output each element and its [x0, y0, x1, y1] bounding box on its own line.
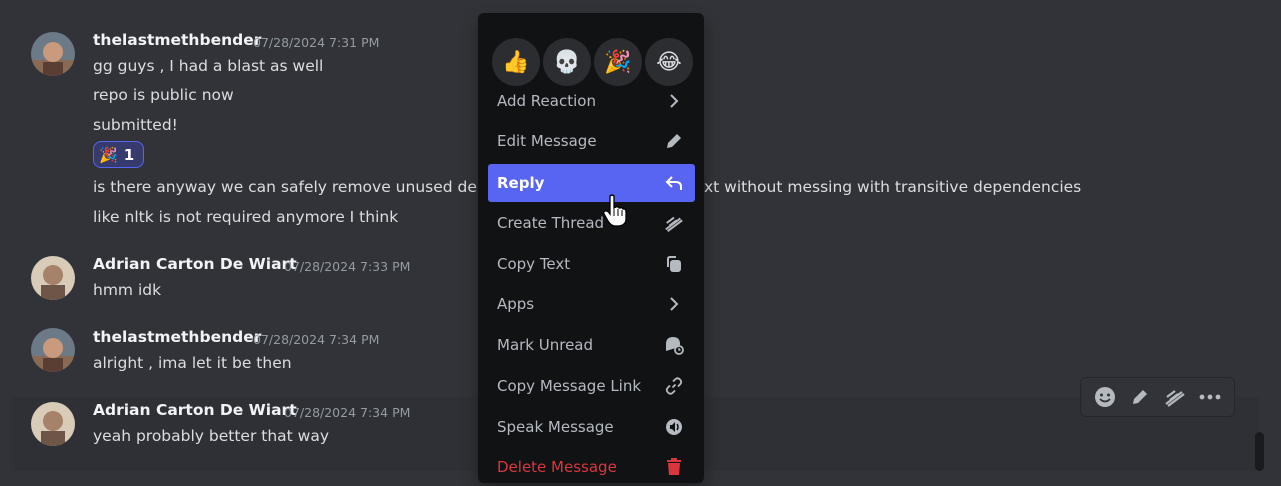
menu-item-delete-message[interactable]: Delete Message: [488, 448, 695, 486]
message-author[interactable]: thelastmethbender: [93, 328, 261, 346]
message-timestamp: 07/28/2024 7:34 PM: [284, 405, 411, 420]
edit-icon[interactable]: [1125, 382, 1155, 412]
reaction-count: 1: [123, 145, 135, 164]
pointer-hand-cursor-icon: [603, 194, 627, 227]
message-timestamp: 07/28/2024 7:31 PM: [253, 35, 380, 50]
copy-icon: [664, 254, 684, 274]
message-timestamp: 07/28/2024 7:34 PM: [253, 332, 380, 347]
message-text: yeah probably better that way: [93, 427, 330, 445]
quick-reaction-joy[interactable]: 😂: [645, 38, 693, 86]
chevron-right-icon: [664, 294, 684, 314]
message-author[interactable]: Adrian Carton De Wiart: [93, 401, 297, 419]
party-popper-emoji: 🎉: [99, 145, 118, 164]
scrollbar-thumb[interactable]: [1255, 432, 1264, 471]
trash-icon: [664, 457, 684, 477]
menu-item-copy-message-link[interactable]: Copy Message Link: [488, 367, 695, 405]
speaker-icon: [664, 417, 684, 437]
thread-icon[interactable]: [1160, 382, 1190, 412]
quick-reaction-party[interactable]: 🎉: [594, 38, 642, 86]
message-timestamp: 07/28/2024 7:33 PM: [284, 259, 411, 274]
message-text: like nltk is not required anymore I thin…: [93, 208, 399, 226]
link-icon: [664, 376, 684, 396]
menu-item-add-reaction[interactable]: Add Reaction: [488, 82, 695, 120]
chevron-right-icon: [664, 91, 684, 111]
avatar[interactable]: [31, 328, 75, 372]
menu-item-copy-text[interactable]: Copy Text: [488, 245, 695, 283]
menu-item-mark-unread[interactable]: Mark Unread: [488, 326, 695, 364]
thread-icon: [664, 213, 684, 233]
message-author[interactable]: thelastmethbender: [93, 31, 261, 49]
reply-arrow-icon: [664, 173, 684, 193]
menu-item-reply[interactable]: Reply: [488, 164, 695, 202]
message-text: xt without messing with transitive depen…: [704, 178, 1082, 196]
message-text: is there anyway we can safely remove unu…: [93, 178, 497, 196]
pencil-icon: [664, 131, 684, 151]
message-context-menu: 👍 💀 🎉 😂 Add Reaction Edit Message Reply …: [478, 13, 704, 483]
reaction-chip[interactable]: 🎉 1: [93, 141, 144, 168]
menu-item-speak-message[interactable]: Speak Message: [488, 408, 695, 446]
message-text: repo is public now: [93, 86, 234, 104]
quick-reaction-skull[interactable]: 💀: [543, 38, 591, 86]
message-text: hmm idk: [93, 281, 162, 299]
message-text: gg guys , I had a blast as well: [93, 57, 324, 75]
avatar[interactable]: [31, 256, 75, 300]
avatar[interactable]: [31, 402, 75, 446]
menu-item-apps[interactable]: Apps: [488, 285, 695, 323]
menu-item-create-thread[interactable]: Create Thread: [488, 204, 695, 242]
message-text: submitted!: [93, 116, 178, 134]
mark-unread-icon: [664, 335, 684, 355]
message-hover-toolbar: [1080, 377, 1235, 417]
message-text: alright , ima let it be then: [93, 354, 292, 372]
message-author[interactable]: Adrian Carton De Wiart: [93, 255, 297, 273]
avatar[interactable]: [31, 32, 75, 76]
more-icon[interactable]: [1195, 382, 1225, 412]
add-reaction-icon[interactable]: [1090, 382, 1120, 412]
quick-reaction-thumbs-up[interactable]: 👍: [492, 38, 540, 86]
menu-item-edit-message[interactable]: Edit Message: [488, 122, 695, 160]
